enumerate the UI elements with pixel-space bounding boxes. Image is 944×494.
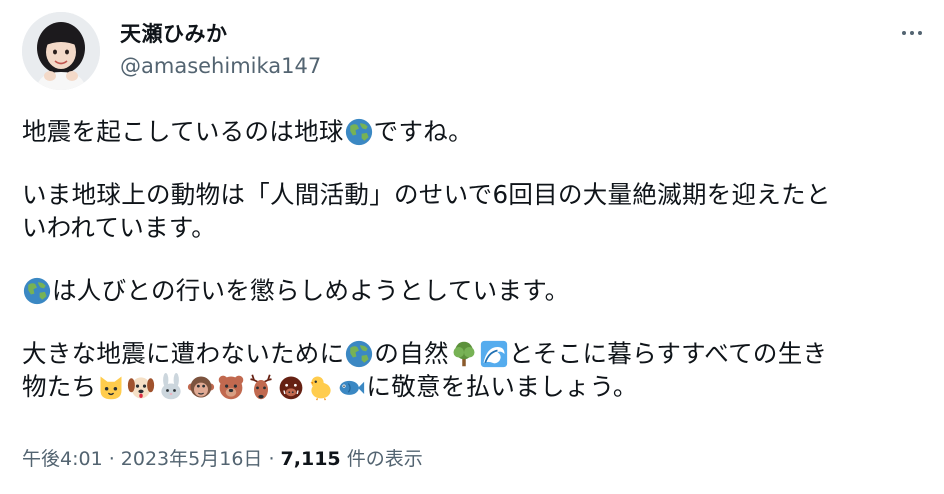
views-label: 件の表示 bbox=[340, 448, 423, 470]
tweet-line: 物たち に敬意を払いましょう。 bbox=[22, 370, 922, 403]
tweet-line: いま地球上の動物は「人間活動」のせいで6回目の大量絶滅期を迎えたと bbox=[22, 178, 922, 211]
tweet-text-segment: の自然 bbox=[374, 339, 449, 368]
earth-globe-asia-icon bbox=[345, 340, 373, 368]
views-link[interactable]: 7,115 件の表示 bbox=[281, 448, 423, 470]
tweet-text-segment: 大きな地震に遭わないために bbox=[22, 339, 345, 368]
display-name[interactable]: 天瀬ひみか bbox=[120, 18, 228, 48]
water-wave-icon bbox=[480, 340, 508, 368]
more-dot-icon bbox=[910, 31, 914, 35]
separator: · bbox=[102, 448, 121, 470]
views-count: 7,115 bbox=[280, 448, 341, 470]
bear-face-icon bbox=[217, 373, 245, 401]
tweet-time: 午後4:01 bbox=[22, 448, 103, 470]
tweet-meta: 午後4:01 · 2023年5月16日 · 7,115 件の表示 bbox=[22, 444, 423, 471]
tweet-text: 地震を起こしているのは地球 ですね。 いま地球上の動物は「人間活動」のせいで6回目… bbox=[22, 115, 922, 403]
more-options-button[interactable] bbox=[895, 24, 929, 42]
tweet-line: は人びとの行いを懲らしめようとしています。 bbox=[22, 274, 922, 307]
tweet-line: 地震を起こしているのは地球 ですね。 bbox=[22, 115, 922, 148]
dog-face-icon bbox=[127, 373, 155, 401]
monkey-face-icon bbox=[187, 373, 215, 401]
cat-face-icon bbox=[97, 373, 125, 401]
more-dot-icon bbox=[902, 31, 906, 35]
baby-chick-icon bbox=[307, 373, 335, 401]
separator: · bbox=[262, 448, 281, 470]
tweet-text-segment: 地震を起こしているのは地球 bbox=[22, 117, 344, 146]
tweet-text-segment: いわれています。 bbox=[22, 213, 216, 242]
rabbit-face-icon bbox=[157, 373, 185, 401]
tweet-line: いわれています。 bbox=[22, 211, 922, 244]
tweet-timestamp[interactable]: 午後4:01 · 2023年5月16日 bbox=[22, 448, 262, 470]
avatar[interactable] bbox=[22, 12, 100, 90]
tweet-date: 2023年5月16日 bbox=[120, 448, 263, 470]
fish-icon bbox=[337, 373, 365, 401]
tweet-line: 大きな地震に遭わないために の自然 とそこに暮らすすべての生き bbox=[22, 337, 922, 370]
deer-icon bbox=[247, 373, 275, 401]
tweet-text-segment: に敬意を払いましょう。 bbox=[366, 372, 638, 401]
boar-face-icon bbox=[277, 373, 305, 401]
tweet-text-segment: ですね。 bbox=[373, 117, 473, 146]
tweet-text-segment: 物たち bbox=[22, 372, 97, 401]
user-handle[interactable]: @amasehimika147 bbox=[120, 54, 321, 78]
tweet-text-segment: とそこに暮らすすべての生き bbox=[508, 339, 828, 368]
earth-globe-asia-icon bbox=[345, 118, 373, 146]
tweet-text-segment: いま地球上の動物は「人間活動」のせいで6回目の大量絶滅期を迎えたと bbox=[22, 180, 831, 209]
earth-globe-asia-icon bbox=[23, 277, 51, 305]
deciduous-tree-icon bbox=[450, 340, 478, 368]
tweet-text-segment: は人びとの行いを懲らしめようとしています。 bbox=[52, 276, 570, 305]
more-dot-icon bbox=[918, 31, 922, 35]
